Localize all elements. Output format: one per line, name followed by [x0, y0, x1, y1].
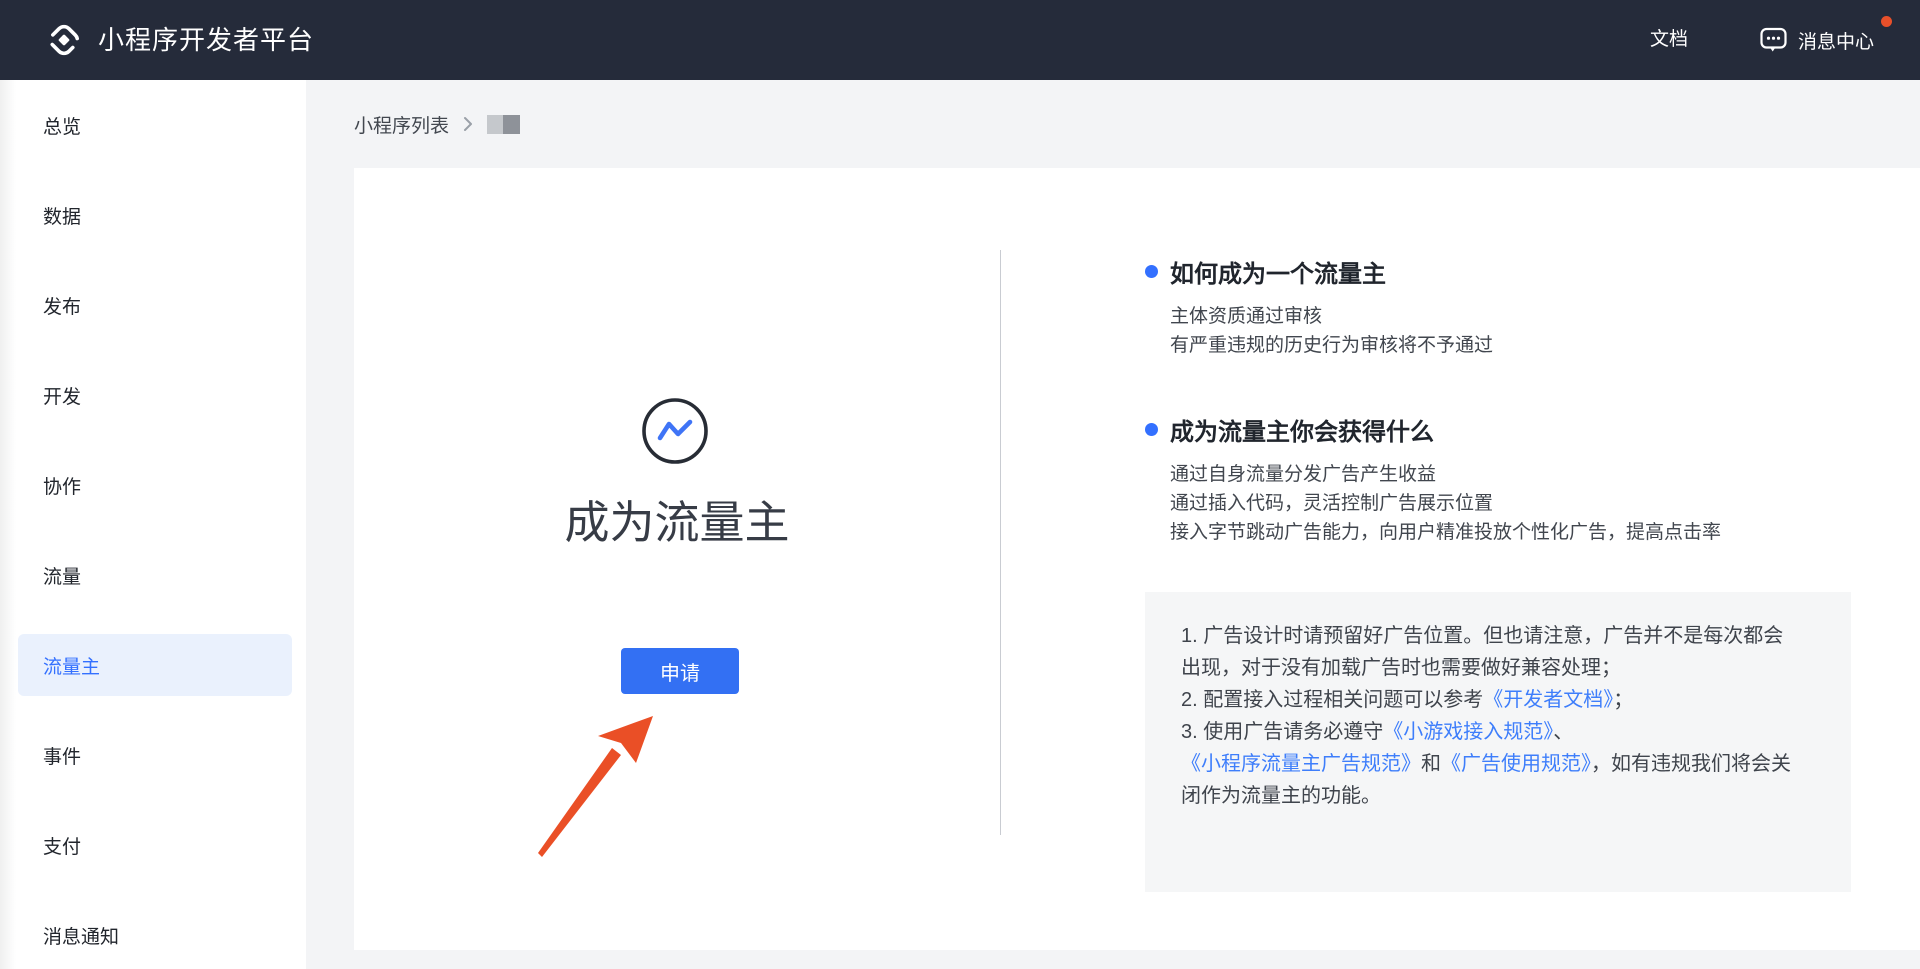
note-link[interactable]: 《小游戏接入规范》: [1383, 721, 1553, 743]
app-title: 小程序开发者平台: [98, 0, 314, 80]
sidebar-row: 协作: [0, 440, 306, 530]
note-link[interactable]: 《小程序流量主广告规范》: [1181, 753, 1421, 775]
sidebar-nav: 总览 数据 发布 开发 协作 流量 流量主 事件 支付 消息通知: [0, 80, 306, 969]
sidebar-item-traffic-owner[interactable]: 流量主: [18, 634, 292, 696]
apply-button[interactable]: 申请: [621, 648, 739, 694]
chevron-right-icon: [463, 116, 473, 132]
unread-badge-dot: [1881, 16, 1892, 27]
line-chart-circle-icon: [640, 396, 710, 466]
note-item: 3. 使用广告请务必遵守《小游戏接入规范》、《小程序流量主广告规范》和《广告使用…: [1181, 716, 1801, 812]
note-text: 和: [1421, 753, 1441, 775]
sidebar-item-payment[interactable]: 支付: [18, 814, 292, 876]
note-text: 1. 广告设计时请预留好广告位置。但也请注意，广告并不是每次都会出现，对于没有加…: [1181, 625, 1783, 679]
sidebar-row: 数据: [0, 170, 306, 260]
sidebar-item-publish[interactable]: 发布: [18, 274, 292, 336]
breadcrumb: 小程序列表: [354, 80, 520, 168]
breadcrumb-item-redacted: [487, 115, 520, 134]
sidebar-item-traffic[interactable]: 流量: [18, 544, 292, 606]
sidebar-row-active: 流量主: [0, 620, 306, 710]
sidebar-row: 事件: [0, 710, 306, 800]
info-column: 如何成为一个流量主 主体资质通过审核 有严重违规的历史行为审核将不予通过 成为流…: [1145, 248, 1851, 908]
sidebar-row: 总览: [0, 80, 306, 170]
note-text: 2. 配置接入过程相关问题可以参考: [1181, 689, 1483, 711]
sidebar-item-collaboration[interactable]: 协作: [18, 454, 292, 516]
message-center-label: 消息中心: [1798, 27, 1874, 54]
section-how-to-become: 如何成为一个流量主 主体资质通过审核 有严重违规的历史行为审核将不予通过: [1145, 254, 1493, 360]
section-benefits: 成为流量主你会获得什么 通过自身流量分发广告产生收益 通过插入代码，灵活控制广告…: [1145, 412, 1721, 547]
note-text: 3. 使用广告请务必遵守: [1181, 721, 1383, 743]
microapp-logo-icon: [44, 20, 84, 60]
sidebar-item-develop[interactable]: 开发: [18, 364, 292, 426]
sidebar-row: 发布: [0, 260, 306, 350]
bullet-dot-icon: [1145, 265, 1158, 278]
message-center-button[interactable]: 消息中心: [1760, 0, 1874, 80]
orange-arrow-pointer-icon: [520, 702, 670, 862]
promo-title: 成为流量主: [354, 486, 1000, 551]
note-text: 、: [1553, 721, 1573, 743]
note-text: ；: [1613, 689, 1633, 711]
vertical-divider: [1000, 250, 1001, 835]
main-card: 成为流量主 申请 如何成为一个流量主 主体资质通过审核 有严重违规的历史行为审核…: [354, 168, 1920, 950]
note-link[interactable]: 《广告使用规范》: [1441, 753, 1591, 775]
notes-box: 1. 广告设计时请预留好广告位置。但也请注意，广告并不是每次都会出现，对于没有加…: [1145, 592, 1851, 892]
sidebar-item-overview[interactable]: 总览: [18, 94, 292, 156]
section-line: 通过插入代码，灵活控制广告展示位置: [1170, 489, 1721, 518]
page: 小程序开发者平台 文档 消息中心 总览 数据 发布 开发 协作 流量: [0, 0, 1920, 969]
sidebar-item-events[interactable]: 事件: [18, 724, 292, 786]
note-link[interactable]: 《开发者文档》: [1483, 689, 1613, 711]
sidebar-row: 流量: [0, 530, 306, 620]
sidebar-row: 消息通知: [0, 890, 306, 969]
section-line: 接入字节跳动广告能力，向用户精准投放个性化广告，提高点击率: [1170, 518, 1721, 547]
section-line: 有严重违规的历史行为审核将不予通过: [1170, 331, 1493, 360]
top-header: 小程序开发者平台 文档 消息中心: [0, 0, 1920, 80]
note-item: 2. 配置接入过程相关问题可以参考《开发者文档》；: [1181, 684, 1801, 716]
bullet-dot-icon: [1145, 423, 1158, 436]
note-item: 1. 广告设计时请预留好广告位置。但也请注意，广告并不是每次都会出现，对于没有加…: [1181, 620, 1801, 684]
sidebar-item-notifications[interactable]: 消息通知: [18, 904, 292, 966]
sidebar-row: 开发: [0, 350, 306, 440]
sidebar-row: 支付: [0, 800, 306, 890]
nav-docs-link[interactable]: 文档: [1650, 0, 1688, 80]
section-line: 主体资质通过审核: [1170, 302, 1493, 331]
section-line: 通过自身流量分发广告产生收益: [1170, 460, 1721, 489]
sidebar-item-data[interactable]: 数据: [18, 184, 292, 246]
section-heading: 成为流量主你会获得什么: [1170, 412, 1434, 447]
chat-bubble-icon: [1760, 27, 1787, 53]
breadcrumb-item-applet-list[interactable]: 小程序列表: [354, 111, 449, 138]
section-heading: 如何成为一个流量主: [1170, 254, 1386, 289]
